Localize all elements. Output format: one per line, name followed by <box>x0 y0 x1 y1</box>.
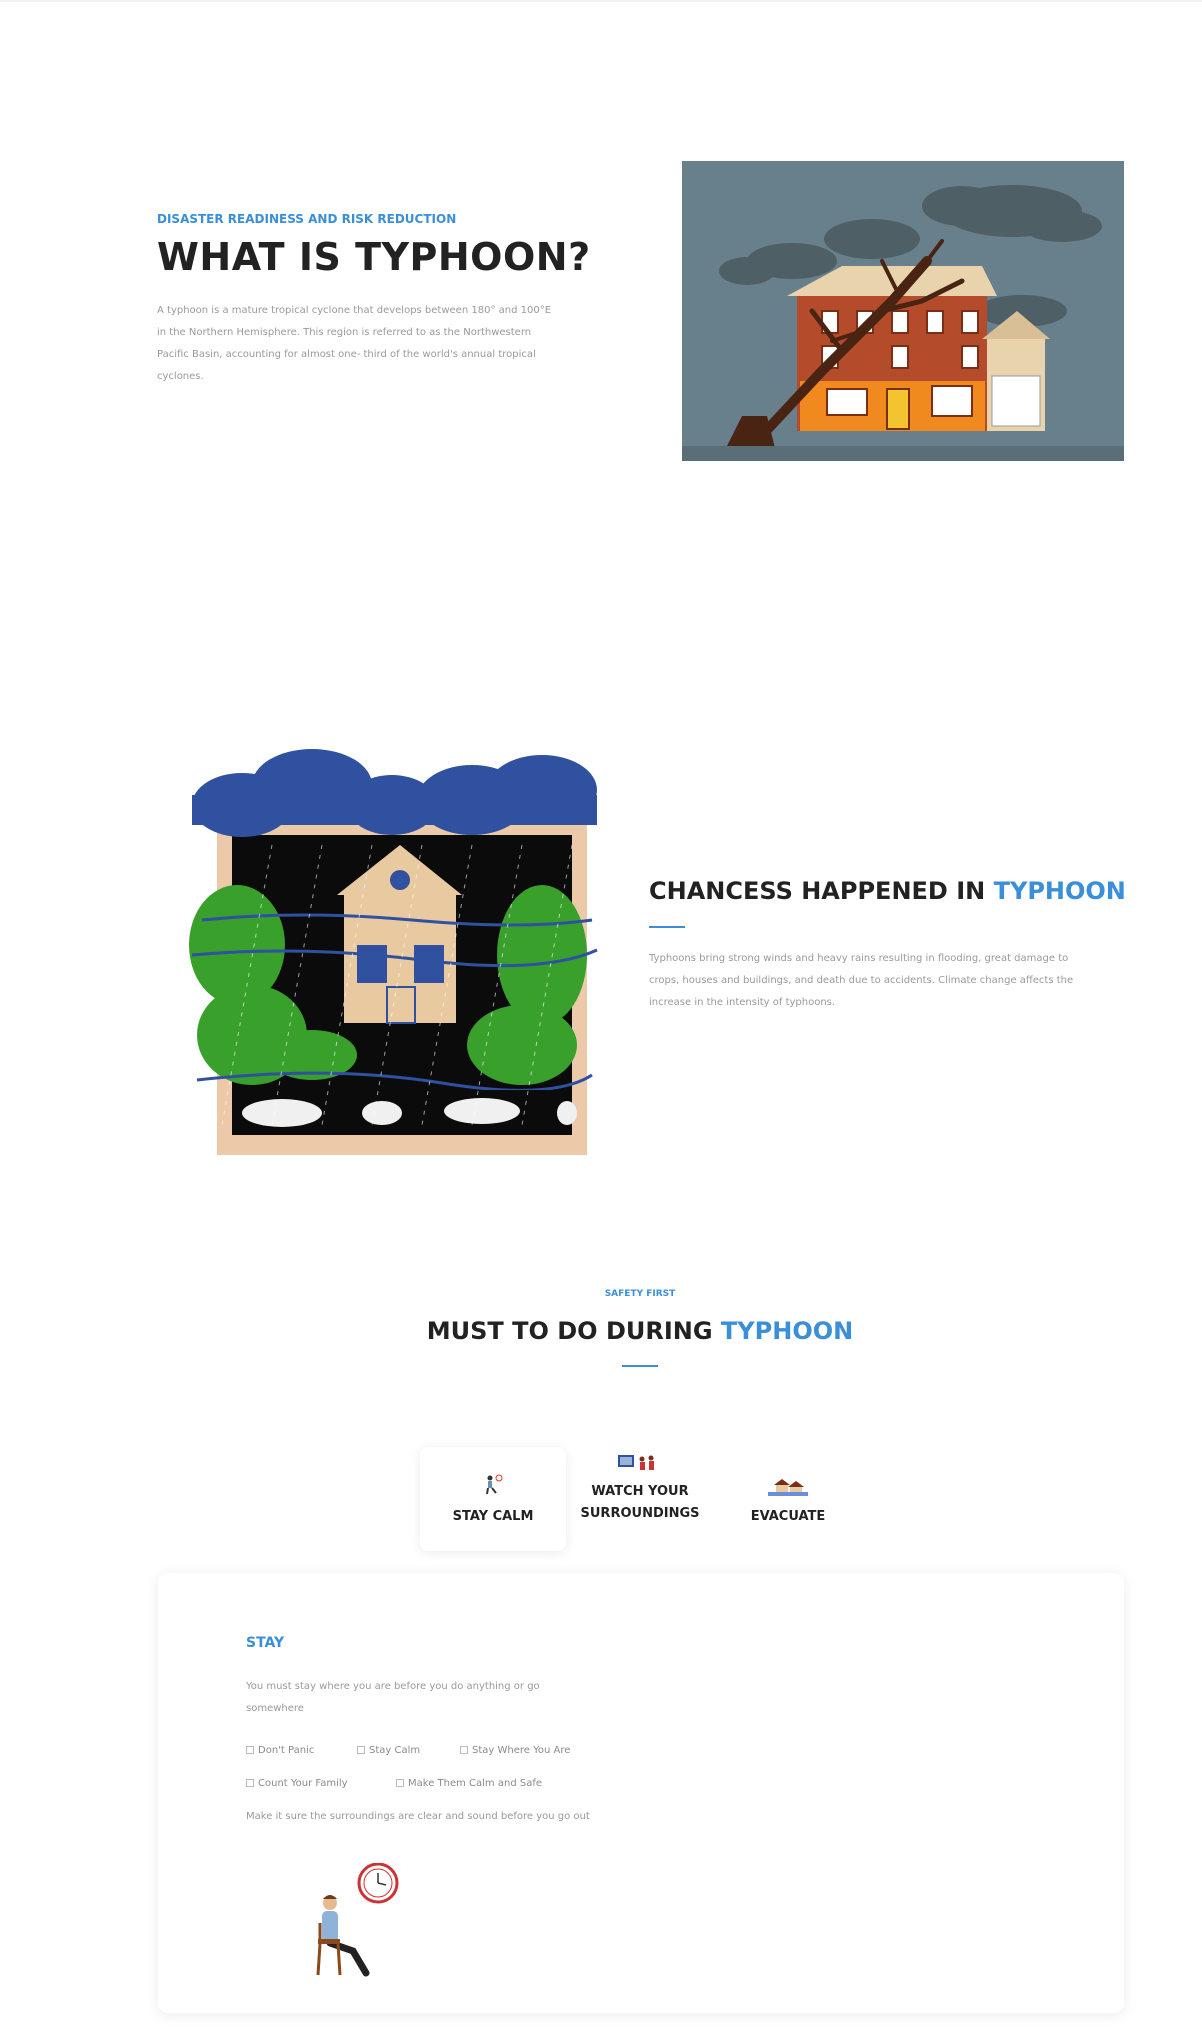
safety-title-main: MUST TO DO DURING <box>426 1317 721 1345</box>
sitting-person-icon <box>486 1474 503 1495</box>
checkbox-icon <box>246 1746 254 1754</box>
flooded-house-illustration <box>189 749 598 1155</box>
checkbox-icon <box>460 1746 468 1754</box>
flooded-house-icon <box>768 1479 808 1496</box>
checklist-item: Stay Calm <box>357 1745 420 1756</box>
tv-family-icon <box>618 1455 654 1470</box>
chances-paragraph-line: Typhoons bring strong winds and heavy ra… <box>649 953 1069 964</box>
checklist-item-label: Count Your Family <box>258 1778 348 1789</box>
intro-eyebrow: DISASTER READINESS AND RISK REDUCTION <box>157 212 457 226</box>
tab-stay-calm-label: STAY CALM <box>452 1509 534 1524</box>
checklist-item: Don't Panic <box>246 1745 314 1756</box>
safety-eyebrow: SAFETY FIRST <box>604 1289 676 1299</box>
tab-evacuate[interactable]: EVACUATE <box>714 1447 862 1551</box>
intro-paragraph-line: A typhoon is a mature tropical cyclone t… <box>157 305 552 316</box>
person-waiting-clock-icon <box>316 1863 399 1977</box>
checkbox-icon <box>246 1779 254 1787</box>
checklist-item: Stay Where You Are <box>460 1745 570 1756</box>
tab-stay-calm[interactable]: STAY CALM <box>420 1447 566 1551</box>
tab-watch-surroundings[interactable]: WATCH YOUR SURROUNDINGS <box>566 1447 714 1551</box>
intro-paragraph-line: in the Northern Hemisphere. This region … <box>157 327 532 338</box>
tab-watch-label-line1: WATCH YOUR <box>591 1484 689 1499</box>
intro-paragraph-line: Pacific Basin, accounting for almost one… <box>157 349 536 360</box>
panel-note: Make it sure the surroundings are clear … <box>246 1811 590 1822</box>
checklist-item: Make Them Calm and Safe <box>396 1778 542 1789</box>
checklist-item-label: Don't Panic <box>258 1745 315 1756</box>
chances-title-underline <box>649 926 685 928</box>
intro-paragraph-line: cyclones. <box>157 371 204 382</box>
checklist-item: Count Your Family <box>246 1778 348 1789</box>
panel-description-line: somewhere <box>246 1703 304 1714</box>
safety-title: MUST TO DO DURING TYPHOON <box>0 1317 1202 1345</box>
chances-title-main: CHANCESS HAPPENED IN <box>649 877 994 905</box>
intro-title: WHAT IS TYPHOON? <box>157 235 591 279</box>
checkbox-icon <box>396 1779 404 1787</box>
panel-title: STAY <box>246 1635 285 1651</box>
tab-panel: STAY You must stay where you are before … <box>158 1573 1124 2013</box>
chances-title: CHANCESS HAPPENED IN TYPHOON <box>649 877 1126 905</box>
chances-paragraph-line: increase in the intensity of typhoons. <box>649 997 836 1008</box>
chances-paragraph-line: crops, houses and buildings, and death d… <box>649 975 1074 986</box>
tab-watch-label-line2: SURROUNDINGS <box>580 1506 700 1521</box>
checkbox-icon <box>357 1746 365 1754</box>
checklist-item-label: Make Them Calm and Safe <box>408 1778 542 1789</box>
checklist-item-label: Stay Where You Are <box>472 1745 571 1756</box>
tab-evacuate-label: EVACUATE <box>750 1509 826 1524</box>
safety-title-accent: TYPHOON <box>720 1317 854 1345</box>
checklist-item-label: Stay Calm <box>369 1745 421 1756</box>
safety-title-underline <box>622 1365 658 1367</box>
panel-description-line: You must stay where you are before you d… <box>246 1681 540 1692</box>
chances-title-accent: TYPHOON <box>993 877 1126 905</box>
top-divider <box>0 0 1202 2</box>
storm-house-illustration <box>682 161 1124 461</box>
